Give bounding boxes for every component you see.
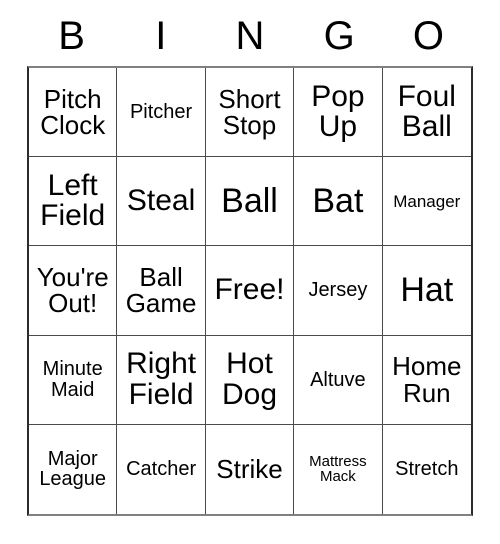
bingo-cell-r4c1[interactable]: Minute Maid [29, 335, 118, 425]
bingo-cell-r2c1[interactable]: Left Field [29, 157, 118, 247]
bingo-cell-r5c4[interactable]: Mattress Mack [294, 424, 383, 514]
bingo-cell-r3c1[interactable]: You're Out! [29, 246, 118, 336]
bingo-cell-label: Catcher [126, 458, 197, 481]
header-letter-i: I [155, 14, 167, 58]
bingo-cell-r5c3[interactable]: Strike [205, 424, 295, 514]
bingo-cell-label: Ball [221, 181, 278, 220]
bingo-cell-r2c2[interactable]: Steal [117, 157, 206, 247]
bingo-cell-label: Ball Game [125, 261, 197, 319]
bingo-cell-label: Manager [393, 191, 461, 211]
bingo-free-space-label: Free! [214, 273, 285, 307]
bingo-cell-label: Strike [216, 454, 283, 485]
bingo-cell-label: Stretch [395, 458, 459, 481]
bingo-cell-r1c5[interactable]: Foul Ball [382, 68, 471, 158]
bingo-cell-r2c3[interactable]: Ball [205, 157, 295, 247]
bingo-grid: Pitch Clock Pitcher Short Stop Pop Up Fo… [27, 66, 473, 516]
bingo-cell-label: Hat [400, 271, 454, 310]
bingo-cell-r1c2[interactable]: Pitcher [117, 68, 206, 158]
bingo-cell-label: Bat [312, 181, 364, 220]
bingo-cell-r5c1[interactable]: Major League [29, 424, 118, 514]
bingo-card: B I N G O Pitch Clock Pitcher Short Stop… [0, 0, 500, 544]
bingo-cell-r4c5[interactable]: Home Run [382, 335, 471, 425]
bingo-cell-label: Home Run [392, 351, 462, 408]
bingo-cell-r5c2[interactable]: Catcher [117, 424, 206, 514]
bingo-cell-r1c1[interactable]: Pitch Clock [29, 68, 118, 158]
bingo-cell-r4c3[interactable]: Hot Dog [205, 335, 295, 425]
bingo-cell-r2c4[interactable]: Bat [294, 157, 383, 247]
bingo-cell-label: Right Field [126, 347, 197, 411]
header-letter-b: B [58, 14, 85, 58]
bingo-cell-label: Jersey [308, 279, 368, 302]
bingo-cell-r5c5[interactable]: Stretch [382, 424, 471, 514]
bingo-cell-r2c5[interactable]: Manager [382, 157, 471, 247]
bingo-cell-r1c3[interactable]: Short Stop [205, 68, 295, 158]
bingo-cell-r4c4[interactable]: Altuve [294, 335, 383, 425]
bingo-cell-label: Major League [39, 448, 107, 491]
bingo-cell-label: Pop Up [311, 79, 365, 144]
bingo-cell-r1c4[interactable]: Pop Up [294, 68, 383, 158]
bingo-cell-label: Mattress Mack [309, 453, 367, 486]
bingo-cell-label: Short Stop [218, 83, 281, 141]
bingo-cell-free-space[interactable]: Free! [205, 246, 295, 336]
header-letter-g: G [323, 14, 355, 58]
bingo-cell-r3c2[interactable]: Ball Game [117, 246, 206, 336]
bingo-cell-label: Hot Dog [221, 347, 278, 411]
bingo-header: B I N G O [27, 8, 473, 64]
bingo-cell-label: Pitcher [129, 100, 193, 123]
bingo-cell-label: You're Out! [36, 261, 109, 319]
bingo-cell-label: Steal [126, 183, 196, 217]
bingo-cell-r3c5[interactable]: Hat [382, 246, 471, 336]
bingo-cell-label: Left Field [40, 168, 106, 233]
bingo-cell-label: Foul Ball [397, 79, 456, 144]
bingo-cell-r4c2[interactable]: Right Field [117, 335, 206, 425]
bingo-cell-label: Minute Maid [42, 358, 103, 401]
header-letter-n: N [235, 14, 265, 58]
bingo-cell-r3c4[interactable]: Jersey [294, 246, 383, 336]
bingo-cell-label: Pitch Clock [40, 83, 106, 141]
bingo-cell-label: Altuve [310, 368, 366, 391]
header-letter-o: O [412, 14, 444, 58]
